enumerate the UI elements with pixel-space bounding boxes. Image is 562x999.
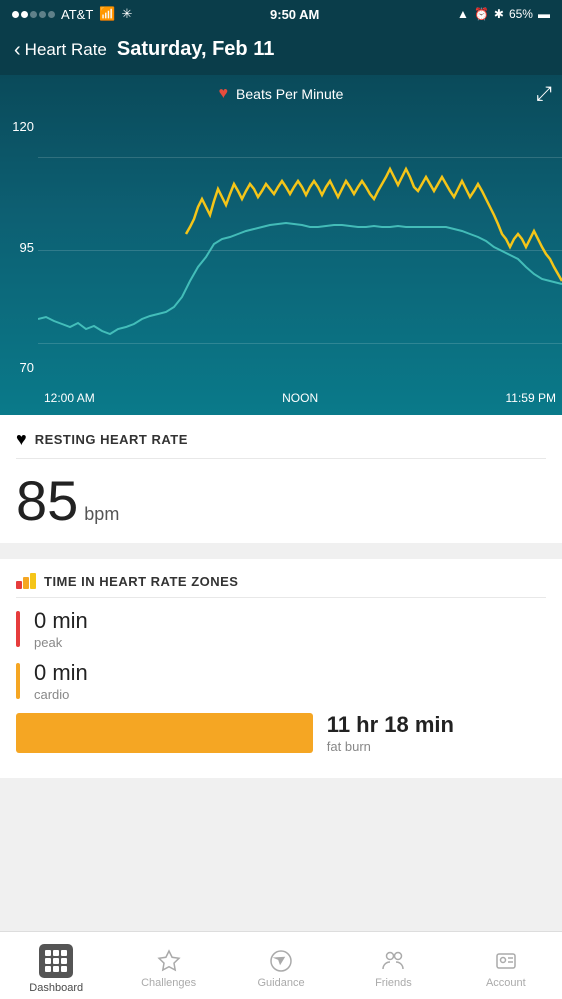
- bluetooth-icon: ✱: [494, 7, 504, 21]
- tab-challenges[interactable]: Challenges: [112, 932, 224, 999]
- chart-lines: [38, 119, 562, 375]
- signal-dot-3: [30, 11, 37, 18]
- grid-dot: [45, 966, 51, 972]
- peak-zone-value: 0 min: [34, 608, 88, 634]
- grid-dot: [45, 958, 51, 964]
- fatburn-zone-info: 11 hr 18 min fat burn: [327, 712, 454, 754]
- peak-zone-indicator: [16, 611, 20, 647]
- grid-dot: [45, 950, 51, 956]
- grid-icon: [45, 950, 67, 972]
- chart-legend: ♥ Beats Per Minute: [0, 75, 562, 107]
- cardio-zone-name: cardio: [34, 687, 88, 702]
- tab-friends-label: Friends: [375, 977, 412, 989]
- tab-bar: Dashboard Challenges Guidance Friends: [0, 931, 562, 999]
- signal-dot-1: [12, 11, 19, 18]
- signal-dot-2: [21, 11, 28, 18]
- zones-section-header: TIME IN HEART RATE ZONES: [16, 573, 546, 598]
- wifi-icon: 📶: [99, 6, 115, 22]
- resting-heart-icon: ♥: [16, 429, 27, 450]
- zone-row-cardio: 0 min cardio: [16, 660, 546, 702]
- fatburn-zone-name: fat burn: [327, 739, 454, 754]
- resting-section-title: RESTING HEART RATE: [35, 432, 188, 447]
- zones-icon: [16, 573, 36, 589]
- resting-bpm-number: 85: [16, 473, 78, 529]
- x-label-night: 11:59 PM: [506, 391, 556, 405]
- grid-dot: [61, 958, 67, 964]
- back-button[interactable]: ‹ Heart Rate: [14, 40, 107, 60]
- friends-icon: [381, 949, 405, 973]
- tab-dashboard[interactable]: Dashboard: [0, 932, 112, 999]
- tab-friends[interactable]: Friends: [337, 932, 449, 999]
- resting-section-header: ♥ RESTING HEART RATE: [16, 429, 546, 459]
- cardio-zone-info: 0 min cardio: [34, 660, 88, 702]
- peak-zone-info: 0 min peak: [34, 608, 88, 650]
- brightness-icon: ✳: [121, 6, 132, 22]
- page-title: Saturday, Feb 11: [117, 38, 274, 61]
- heart-rate-zones-section: TIME IN HEART RATE ZONES 0 min peak 0 mi…: [0, 559, 562, 778]
- x-label-midnight: 12:00 AM: [44, 391, 95, 405]
- chart-legend-label: Beats Per Minute: [236, 86, 343, 102]
- status-time: 9:50 AM: [270, 7, 319, 22]
- grid-dot: [53, 958, 59, 964]
- grid-dot: [53, 950, 59, 956]
- cardio-zone-indicator: [16, 663, 20, 699]
- grid-dot: [61, 966, 67, 972]
- tab-account-label: Account: [486, 977, 526, 989]
- battery-icon: ▬: [538, 7, 550, 21]
- carrier-label: AT&T: [61, 7, 93, 22]
- page-header: ‹ Heart Rate Saturday, Feb 11: [0, 28, 562, 75]
- peak-zone-name: peak: [34, 635, 88, 650]
- spacer-1: [0, 551, 562, 559]
- grid-dot: [53, 966, 59, 972]
- challenges-icon: [157, 949, 181, 973]
- x-label-noon: NOON: [282, 391, 318, 405]
- resting-bpm-unit: bpm: [84, 504, 119, 525]
- back-chevron-icon: ‹: [14, 40, 21, 60]
- cardio-zone-value: 0 min: [34, 660, 88, 686]
- status-bar: AT&T 📶 ✳ 9:50 AM ▲ ⏰ ✱ 65% ▬: [0, 0, 562, 28]
- bottom-spacer: [0, 786, 562, 866]
- y-label-120: 120: [4, 119, 34, 134]
- dashboard-icon: [39, 944, 73, 978]
- tab-account[interactable]: Account: [450, 932, 562, 999]
- status-left: AT&T 📶 ✳: [12, 6, 132, 22]
- tab-dashboard-label: Dashboard: [29, 982, 83, 994]
- signal-dot-4: [39, 11, 46, 18]
- signal-dot-5: [48, 11, 55, 18]
- fatburn-zone-value: 11 hr 18 min: [327, 712, 454, 738]
- tab-guidance-label: Guidance: [257, 977, 304, 989]
- resting-heart-rate-value: 85 bpm: [16, 467, 546, 529]
- location-icon: ▲: [457, 7, 469, 21]
- resting-heart-rate-section: ♥ RESTING HEART RATE 85 bpm: [0, 415, 562, 543]
- battery-label: 65%: [509, 7, 533, 21]
- zones-section-title: TIME IN HEART RATE ZONES: [44, 574, 238, 589]
- y-label-95: 95: [4, 240, 34, 255]
- alarm-icon: ⏰: [474, 7, 489, 21]
- x-axis-labels: 12:00 AM NOON 11:59 PM: [38, 391, 562, 405]
- expand-button[interactable]: ⤢: [536, 83, 552, 106]
- y-label-70: 70: [4, 360, 34, 375]
- back-label: Heart Rate: [25, 40, 107, 60]
- tab-guidance[interactable]: Guidance: [225, 932, 337, 999]
- guidance-icon: [269, 949, 293, 973]
- zone-row-peak: 0 min peak: [16, 608, 546, 650]
- zone-row-fatburn: 11 hr 18 min fat burn: [16, 712, 546, 754]
- tab-challenges-label: Challenges: [141, 977, 196, 989]
- fatburn-bar: [16, 713, 313, 753]
- status-right: ▲ ⏰ ✱ 65% ▬: [457, 7, 550, 21]
- y-axis-labels: 120 95 70: [0, 119, 38, 375]
- account-icon: [494, 949, 518, 973]
- signal-dots: [12, 11, 55, 18]
- grid-dot: [61, 950, 67, 956]
- heart-icon: ♥: [219, 85, 229, 103]
- heart-rate-chart: ♥ Beats Per Minute ⤢ 120 95 70 12:00 AM …: [0, 75, 562, 415]
